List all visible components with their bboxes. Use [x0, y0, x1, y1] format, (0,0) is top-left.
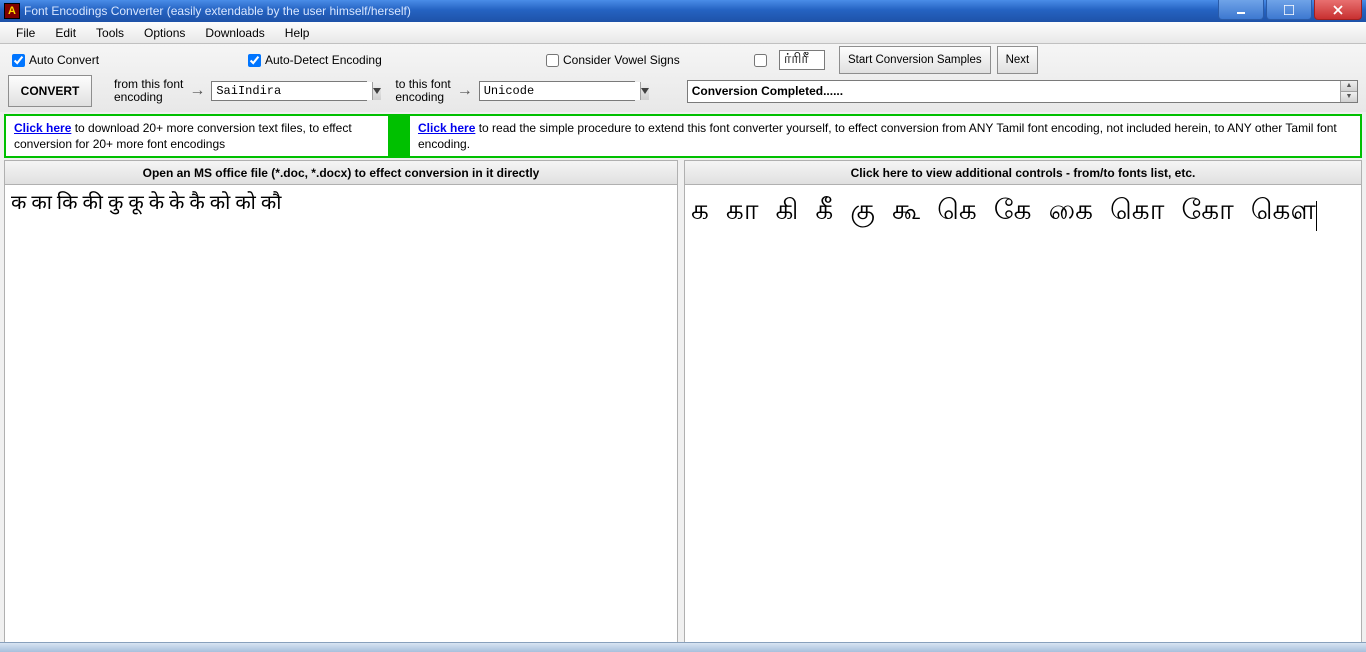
auto-detect-check[interactable] — [248, 54, 261, 67]
menu-tools[interactable]: Tools — [86, 23, 134, 43]
start-samples-button[interactable]: Start Conversion Samples — [839, 46, 991, 74]
spinner-down[interactable]: ▼ — [1341, 92, 1357, 102]
left-pane-header[interactable]: Open an MS office file (*.doc, *.docx) t… — [5, 161, 677, 185]
window-controls — [1218, 0, 1366, 20]
maximize-button[interactable] — [1266, 0, 1312, 20]
menu-help[interactable]: Help — [275, 23, 320, 43]
sample-input[interactable] — [779, 50, 825, 70]
panes: Open an MS office file (*.doc, *.docx) t… — [4, 160, 1362, 650]
minimize-icon — [1236, 5, 1246, 15]
to-encoding-label: to this fontencoding — [395, 78, 450, 104]
taskbar — [0, 642, 1366, 652]
menu-file[interactable]: File — [6, 23, 45, 43]
window-title: Font Encodings Converter (easily extenda… — [24, 4, 411, 18]
from-encoding-input[interactable] — [212, 82, 372, 100]
menu-edit[interactable]: Edit — [45, 23, 86, 43]
left-pane: Open an MS office file (*.doc, *.docx) t… — [4, 160, 678, 650]
auto-convert-checkbox[interactable]: Auto Convert — [8, 51, 236, 70]
menu-options[interactable]: Options — [134, 23, 195, 43]
status-text: Conversion Completed...... — [688, 84, 1340, 98]
to-encoding-dropdown[interactable] — [640, 82, 649, 100]
status-box: Conversion Completed...... ▲ ▼ — [687, 80, 1358, 103]
right-pane-body[interactable]: க கா கி கீ கு கூ கெ கே கை கொ கோ கௌ — [685, 185, 1361, 649]
from-encoding-label: from this fontencoding — [114, 78, 183, 104]
arrow-icon: → — [183, 82, 211, 100]
sample-toggle[interactable] — [750, 51, 771, 70]
left-pane-body[interactable]: क का कि की कु कू के के कै को को कौ — [5, 185, 677, 649]
toolbar: Auto Convert Auto-Detect Encoding Consid… — [0, 44, 1366, 112]
toolbar-row-2: CONVERT from this fontencoding → to this… — [8, 74, 1358, 108]
to-encoding-input[interactable] — [480, 82, 640, 100]
titlebar: A Font Encodings Converter (easily exten… — [0, 0, 1366, 22]
text-cursor — [1316, 201, 1317, 231]
auto-detect-label: Auto-Detect Encoding — [265, 53, 382, 67]
info-separator — [390, 114, 408, 158]
right-pane: Click here to view additional controls -… — [684, 160, 1362, 650]
app-icon: A — [4, 3, 20, 19]
auto-detect-checkbox[interactable]: Auto-Detect Encoding — [244, 51, 534, 70]
auto-convert-label: Auto Convert — [29, 53, 99, 67]
source-text[interactable]: क का कि की कु कू के के कै को को कौ — [11, 189, 671, 217]
chevron-down-icon — [641, 87, 649, 95]
vowel-signs-label: Consider Vowel Signs — [563, 53, 680, 67]
info-right-text: to read the simple procedure to extend t… — [418, 121, 1337, 151]
arrow-icon-2: → — [451, 82, 479, 100]
close-button[interactable] — [1314, 0, 1362, 20]
status-spinner[interactable]: ▲ ▼ — [1340, 81, 1357, 102]
to-encoding-combo[interactable] — [479, 81, 635, 101]
app-icon-letter: A — [8, 5, 16, 17]
right-pane-header[interactable]: Click here to view additional controls -… — [685, 161, 1361, 185]
vowel-signs-checkbox[interactable]: Consider Vowel Signs — [542, 51, 742, 70]
converted-text[interactable]: க கா கி கீ கு கூ கெ கே கை கொ கோ கௌ — [691, 195, 1316, 226]
download-link[interactable]: Click here — [14, 121, 71, 135]
from-encoding-dropdown[interactable] — [372, 82, 381, 100]
vowel-signs-check[interactable] — [546, 54, 559, 67]
info-banner: Click here to download 20+ more conversi… — [4, 114, 1362, 158]
procedure-link[interactable]: Click here — [418, 121, 475, 135]
next-button[interactable]: Next — [997, 46, 1039, 74]
from-encoding-combo[interactable] — [211, 81, 367, 101]
menubar: File Edit Tools Options Downloads Help — [0, 22, 1366, 44]
close-icon — [1333, 5, 1343, 15]
spinner-up[interactable]: ▲ — [1341, 81, 1357, 92]
sample-toggle-check[interactable] — [754, 54, 767, 67]
maximize-icon — [1284, 5, 1294, 15]
info-box-right: Click here to read the simple procedure … — [408, 114, 1362, 158]
auto-convert-check[interactable] — [12, 54, 25, 67]
menu-downloads[interactable]: Downloads — [195, 23, 274, 43]
minimize-button[interactable] — [1218, 0, 1264, 20]
chevron-down-icon — [373, 87, 381, 95]
convert-button[interactable]: CONVERT — [8, 75, 92, 107]
toolbar-row-1: Auto Convert Auto-Detect Encoding Consid… — [8, 48, 1358, 72]
info-box-left: Click here to download 20+ more conversi… — [4, 114, 390, 158]
